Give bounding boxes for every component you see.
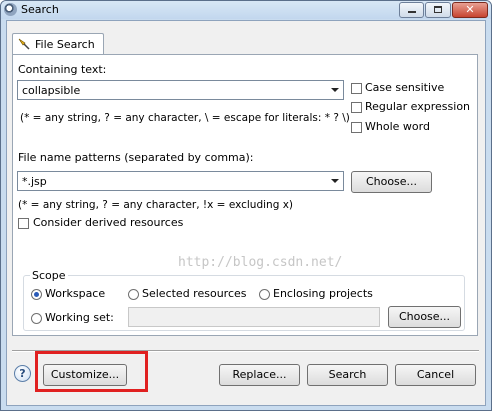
selected-resources-radio[interactable]	[128, 289, 139, 300]
enclosing-projects-radio[interactable]	[259, 289, 270, 300]
regular-expression-checkbox[interactable]	[351, 102, 362, 113]
working-set-radio[interactable]	[31, 313, 42, 324]
working-set-field[interactable]	[128, 307, 380, 327]
whole-word-label: Whole word	[365, 120, 430, 133]
scope-group: Scope Workspace Selected resources Enclo…	[23, 269, 465, 331]
workspace-label: Workspace	[45, 287, 106, 300]
minimize-icon	[400, 3, 423, 17]
consider-derived-label: Consider derived resources	[33, 216, 184, 229]
file-search-panel: Containing text: collapsible (* = any st…	[12, 54, 478, 336]
eclipse-icon	[4, 3, 17, 16]
flashlight-icon	[18, 38, 30, 50]
case-sensitive-label: Case sensitive	[365, 81, 445, 94]
whole-word-checkbox[interactable]	[351, 122, 362, 133]
dialog-body: File Search Containing text: collapsible…	[6, 20, 486, 406]
file-patterns-choose-button[interactable]: Choose...	[351, 171, 432, 193]
selected-resources-label: Selected resources	[142, 287, 247, 300]
file-name-patterns-label: File name patterns (separated by comma):	[18, 151, 254, 164]
file-name-patterns-combo[interactable]: *.jsp	[17, 171, 344, 191]
close-button[interactable]: ✕	[452, 2, 488, 18]
tab-file-search[interactable]: File Search	[12, 33, 104, 55]
maximize-icon	[426, 3, 450, 17]
working-set-choose-button[interactable]: Choose...	[388, 306, 461, 328]
search-button[interactable]: Search	[307, 364, 388, 386]
containing-text-label: Containing text:	[18, 63, 107, 76]
watermark: http://blog.csdn.net/	[178, 255, 343, 270]
window-title: Search	[21, 3, 59, 16]
working-set-label: Working set:	[45, 311, 114, 324]
file-name-patterns-hint: (* = any string, ? = any character, !x =…	[18, 199, 294, 211]
cancel-button[interactable]: Cancel	[395, 364, 476, 386]
regular-expression-label: Regular expression	[365, 100, 471, 113]
containing-text-hint: (* = any string, ? = any character, \ = …	[20, 112, 350, 124]
tab-label: File Search	[35, 38, 95, 51]
file-name-patterns-value: *.jsp	[22, 175, 47, 188]
title-bar: Search ✕	[1, 1, 491, 19]
search-dialog: Search ✕ File Search Containing text: co…	[0, 0, 492, 411]
containing-text-combo[interactable]: collapsible	[17, 80, 344, 100]
replace-button[interactable]: Replace...	[219, 364, 300, 386]
maximize-button[interactable]	[425, 2, 451, 18]
help-icon[interactable]: ?	[14, 365, 31, 382]
dropdown-arrow-icon[interactable]	[331, 88, 339, 92]
consider-derived-checkbox[interactable]	[18, 218, 29, 229]
scope-title: Scope	[30, 269, 68, 282]
close-icon: ✕	[465, 3, 475, 16]
case-sensitive-checkbox[interactable]	[351, 83, 362, 94]
dropdown-arrow-icon[interactable]	[331, 179, 339, 183]
workspace-radio[interactable]	[31, 289, 42, 300]
highlight-box	[35, 351, 148, 392]
containing-text-value: collapsible	[22, 84, 81, 97]
enclosing-projects-label: Enclosing projects	[273, 287, 373, 300]
minimize-button[interactable]	[399, 2, 424, 18]
